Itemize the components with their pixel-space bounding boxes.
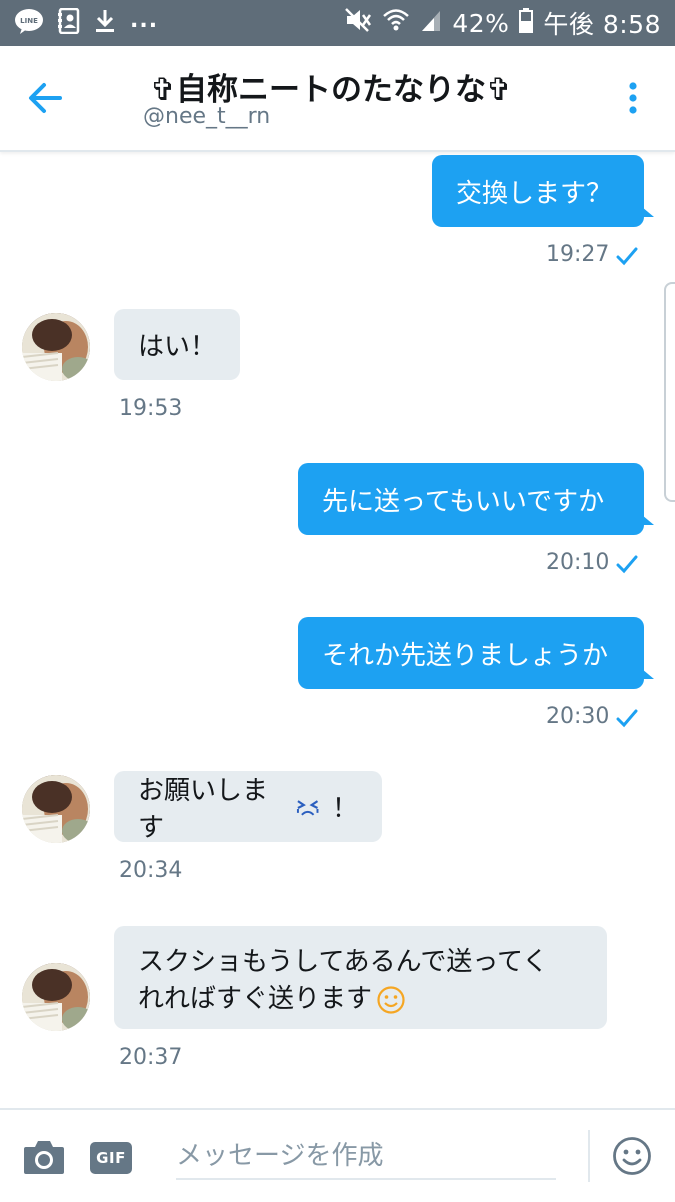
camera-button[interactable] <box>22 1138 66 1176</box>
gif-icon: GIF <box>96 1149 126 1167</box>
message-text: お願いします <box>138 775 269 843</box>
emoji-button[interactable] <box>612 1136 652 1176</box>
smiling-face-emoji <box>377 985 405 1014</box>
outgoing-message-bubble[interactable]: 交換します？ <box>432 155 654 227</box>
avatar[interactable] <box>22 313 90 381</box>
more-vert-icon <box>629 82 637 114</box>
signal-icon <box>420 7 442 39</box>
more-notifications-indicator: ... <box>130 7 159 33</box>
check-icon <box>616 709 638 728</box>
emoji-icon <box>613 1137 651 1175</box>
conversation-handle: @nee_t__rn <box>143 104 271 129</box>
status-time: 午後 8:58 <box>543 10 661 39</box>
download-icon <box>94 8 116 38</box>
avatar[interactable] <box>22 963 90 1031</box>
message-time: 19:27 <box>546 242 610 267</box>
battery-icon <box>519 7 534 39</box>
message-composer: GIF <box>0 1108 675 1202</box>
contacts-icon <box>58 7 80 38</box>
check-icon <box>616 555 638 574</box>
message-text: 先に送ってもいいですか <box>322 486 605 517</box>
message-input[interactable] <box>176 1134 556 1180</box>
back-arrow-icon <box>29 83 62 113</box>
message-text: はい！ <box>138 332 217 362</box>
mute-icon <box>344 7 372 39</box>
message-text: 交換します？ <box>456 178 613 209</box>
conversation-header: ✞自称ニートのたなりな✞ @nee_t__rn <box>0 46 675 152</box>
outgoing-message-bubble[interactable]: それか先送りましょうか <box>298 617 654 689</box>
battery-percent: 42% <box>452 8 510 38</box>
gif-button[interactable]: GIF <box>90 1142 132 1174</box>
conversation-title: ✞自称ニートのたなりな✞ <box>150 72 512 108</box>
outgoing-message-bubble[interactable]: 先に送ってもいいですか <box>298 463 654 535</box>
more-options-button[interactable] <box>622 80 644 120</box>
message-time: 20:30 <box>546 704 610 729</box>
back-button[interactable] <box>24 76 68 120</box>
message-time: 19:53 <box>119 396 183 421</box>
status-bar: LINE ... 42% 午後 8:58 <box>0 0 675 46</box>
svg-text:LINE: LINE <box>20 17 38 25</box>
message-text-suffix: ！ <box>331 794 358 824</box>
incoming-message-bubble[interactable]: スクショもうしてあるんで送ってく れればすぐ送ります <box>114 926 607 1029</box>
composer-divider <box>588 1130 590 1182</box>
incoming-message-bubble[interactable]: はい！ <box>114 309 240 380</box>
tearful-face-emoji <box>296 799 319 816</box>
check-icon <box>616 247 638 266</box>
message-time: 20:37 <box>119 1045 183 1070</box>
camera-icon <box>24 1141 64 1174</box>
line-app-icon: LINE <box>14 8 44 38</box>
message-time: 20:10 <box>546 550 610 575</box>
incoming-message-bubble[interactable]: お願いします ！ <box>114 771 382 843</box>
message-text-line: れればすぐ送ります <box>138 984 373 1014</box>
message-text-line: スクショもうしてあるんで送ってく <box>138 947 549 977</box>
wifi-icon <box>382 7 410 39</box>
message-time: 20:34 <box>119 858 183 883</box>
scroll-handle[interactable] <box>664 282 675 502</box>
message-text: それか先送りましょうか <box>322 640 609 671</box>
avatar[interactable] <box>22 775 90 843</box>
